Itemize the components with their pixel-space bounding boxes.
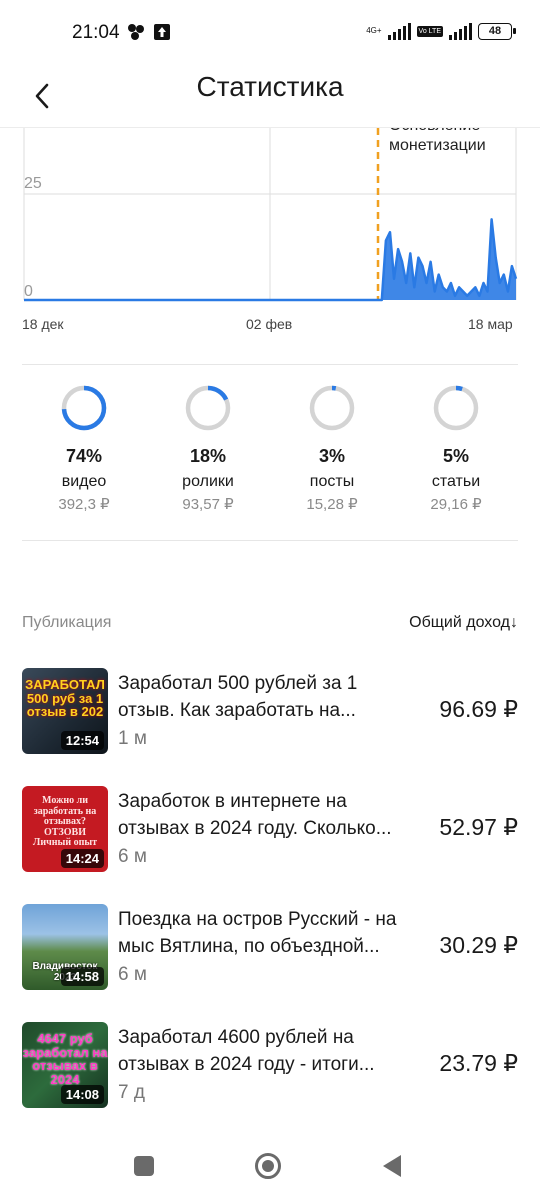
publication-income: 96.69 ₽ [439, 696, 518, 722]
breakdown-amount: 15,28 ₽ [306, 496, 358, 513]
ring-track [433, 385, 479, 431]
breakdown-posts[interactable]: 3% посты 15,28 ₽ [270, 384, 394, 524]
video-duration: 14:08 [60, 1085, 104, 1104]
home-circle-icon [255, 1153, 281, 1179]
square-icon [134, 1156, 154, 1176]
publication-title: Заработал 4600 рублей на отзывах в 2024 … [118, 1027, 375, 1075]
breakdown-label: статьи [431, 473, 481, 490]
thumbnail-text: 4647 руб заработал на отзывах в 2024 [22, 1031, 108, 1087]
video-duration: 14:58 [60, 967, 104, 986]
chart-annotation: монетизации [389, 137, 486, 154]
thumbnail-text: ЗАРАБОТАЛ 500 руб за 1 отзыв в 202 [25, 677, 105, 720]
status-notification-icons [126, 23, 170, 41]
chart-annotation: Основление [389, 128, 480, 134]
breakdown-label: видео [61, 473, 107, 490]
chart-svg: 25 0 Основление монетизации [23, 128, 518, 302]
income-breakdown: 74% видео 392,3 ₽ 18% ролики 93,57 ₽ 3% … [22, 384, 518, 524]
breakdown-amount: 392,3 ₽ [58, 496, 110, 513]
progress-ring-icon [61, 385, 107, 431]
video-thumbnail: Владивосток 2023 14:58 [22, 904, 108, 990]
publication-age: 6 м [118, 846, 147, 867]
y-tick-label: 0 [24, 283, 33, 300]
signal-icon-2 [449, 22, 472, 40]
list-item[interactable]: Владивосток 2023 14:58 Поездка на остров… [22, 898, 518, 1016]
breakdown-percent: 18% [189, 446, 227, 466]
publication-age: 7 д [118, 1082, 145, 1103]
column-publication: Публикация [22, 614, 112, 631]
progress-ring-icon [185, 385, 231, 431]
breakdown-amount: 93,57 ₽ [182, 496, 234, 513]
video-thumbnail: Можно ли заработать на отзывах? ОТЗОВИ Л… [22, 786, 108, 872]
progress-ring-icon [433, 385, 479, 431]
ring-track [309, 385, 355, 431]
divider [22, 364, 518, 365]
publication-title: Заработал 500 рублей за 1 отзыв. Как зар… [118, 673, 358, 721]
divider [22, 540, 518, 541]
publication-income: 30.29 ₽ [439, 932, 518, 958]
breakdown-percent: 3% [318, 446, 345, 466]
x-tick-label: 18 мар [468, 316, 513, 332]
list-item[interactable]: 4647 руб заработал на отзывах в 2024 14:… [22, 1016, 518, 1134]
system-navigation-bar [0, 1130, 540, 1200]
network-type-label: 4G+ [366, 26, 382, 35]
publication-income: 23.79 ₽ [439, 1050, 518, 1076]
cloud-app-icon [128, 24, 144, 40]
triangle-back-icon [383, 1155, 401, 1177]
status-bar: 21:04 4G+ Vo LTE 48 [0, 0, 540, 66]
status-time: 21:04 [72, 22, 120, 43]
video-thumbnail: 4647 руб заработал на отзывах в 2024 14:… [22, 1022, 108, 1108]
battery-icon: 48 [478, 22, 516, 40]
upload-icon [154, 24, 170, 40]
status-right-icons: 4G+ Vo LTE 48 [366, 22, 516, 40]
page-title: Статистика [196, 71, 344, 102]
publication-income: 52.97 ₽ [439, 814, 518, 840]
signal-icon [387, 22, 411, 40]
sort-by-income-button[interactable]: Общий доход↓ [409, 614, 518, 632]
video-duration: 12:54 [60, 731, 104, 750]
breakdown-amount: 29,16 ₽ [430, 496, 482, 513]
publications-header: Публикация Общий доход↓ [22, 612, 518, 636]
volte-icon: Vo LTE [416, 25, 443, 37]
breakdown-label: ролики [182, 473, 234, 490]
video-thumbnail: ЗАРАБОТАЛ 500 руб за 1 отзыв в 202 12:54 [22, 668, 108, 754]
progress-ring-icon [309, 385, 355, 431]
publication-title: Поездка на остров Русский - на мыс Вятли… [118, 909, 397, 957]
breakdown-label: посты [309, 473, 355, 490]
recents-button[interactable] [122, 1144, 166, 1188]
home-button[interactable] [246, 1144, 290, 1188]
publication-age: 6 м [118, 964, 147, 985]
breakdown-percent: 5% [442, 446, 469, 466]
breakdown-articles[interactable]: 5% статьи 29,16 ₽ [394, 384, 518, 524]
video-duration: 14:24 [60, 849, 104, 868]
y-tick-label: 25 [24, 175, 42, 192]
x-tick-label: 02 фев [246, 316, 293, 332]
list-item[interactable]: ЗАРАБОТАЛ 500 руб за 1 отзыв в 202 12:54… [22, 662, 518, 780]
thumbnail-text: Можно ли заработать на отзывах? ОТЗОВИ Л… [32, 795, 98, 848]
publications-list: ЗАРАБОТАЛ 500 руб за 1 отзыв в 202 12:54… [22, 662, 518, 1134]
publication-title: Заработок в интернете на отзывах в 2024 … [118, 791, 392, 839]
breakdown-video[interactable]: 74% видео 392,3 ₽ [22, 384, 146, 524]
list-item[interactable]: Можно ли заработать на отзывах? ОТЗОВИ Л… [22, 780, 518, 898]
publication-age: 1 м [118, 728, 147, 749]
breakdown-percent: 74% [65, 446, 103, 466]
income-chart: 25 0 Основление монетизации 18 дек 02 фев 1… [0, 128, 540, 340]
x-tick-label: 18 дек [22, 316, 64, 332]
back-nav-button[interactable] [370, 1144, 414, 1188]
app-header: Статистика [0, 66, 540, 128]
breakdown-shorts[interactable]: 18% ролики 93,57 ₽ [146, 384, 270, 524]
